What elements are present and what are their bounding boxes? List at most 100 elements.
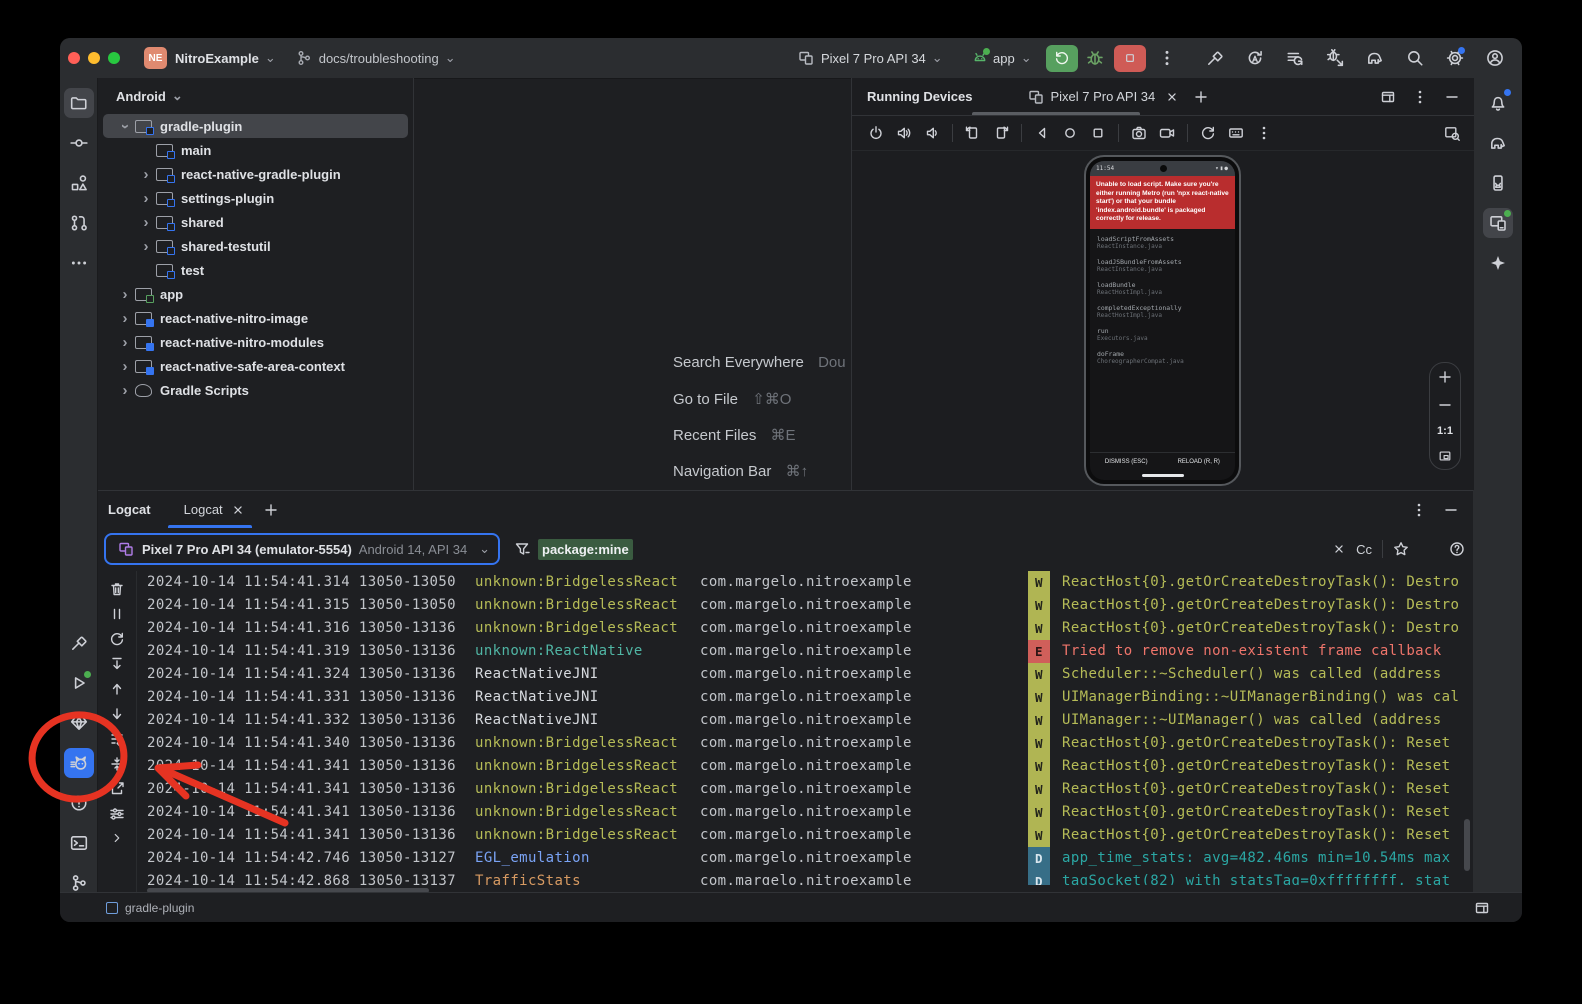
tree-chevron-icon[interactable] — [138, 215, 154, 230]
window-zoom-button[interactable] — [108, 52, 120, 64]
build-hammer-icon[interactable] — [1206, 49, 1224, 67]
logcat-settings-icon[interactable] — [109, 806, 125, 822]
project-view-selector[interactable]: Android — [116, 89, 166, 104]
screen-record-icon[interactable] — [1159, 125, 1175, 141]
structure-tool-icon[interactable] — [64, 168, 94, 198]
tree-item[interactable]: shared-testutil — [103, 234, 408, 258]
tree-chevron-icon[interactable] — [117, 335, 133, 350]
branch-name[interactable]: docs/troubleshooting — [319, 51, 439, 66]
search-icon[interactable] — [1406, 49, 1424, 67]
tree-item[interactable]: app — [103, 282, 408, 306]
log-row[interactable]: 2024-10-14 11:54:42.868 13050-13137 Traf… — [137, 870, 1473, 885]
vertical-scrollbar[interactable] — [1464, 819, 1470, 871]
terminal-tool-icon[interactable] — [64, 828, 94, 858]
app-quality-insights-icon[interactable] — [64, 708, 94, 738]
filter-funnel-icon[interactable] — [514, 541, 530, 557]
power-button-icon[interactable] — [868, 125, 884, 141]
project-name[interactable]: NitroExample — [175, 51, 259, 66]
logcat-filter-field[interactable]: package:mine Cc — [514, 535, 1473, 563]
tree-chevron-icon[interactable] — [117, 383, 133, 398]
rerun-button[interactable] — [1046, 45, 1078, 72]
tree-chevron-icon[interactable] — [117, 311, 133, 326]
tree-chevron-icon[interactable] — [117, 359, 133, 374]
sync-restart-icon[interactable] — [1286, 49, 1304, 67]
pull-requests-tool-icon[interactable] — [64, 208, 94, 238]
run-config-selector[interactable]: app ⌄ — [972, 50, 1038, 66]
previous-occurrence-icon[interactable] — [109, 681, 125, 697]
log-row[interactable]: 2024-10-14 11:54:41.315 13050-13050 unkn… — [137, 594, 1473, 617]
notifications-icon[interactable] — [1483, 88, 1513, 118]
settings-gear-icon[interactable] — [1446, 49, 1464, 67]
attach-debugger-icon[interactable] — [1326, 49, 1344, 67]
log-row[interactable]: 2024-10-14 11:54:41.341 13050-13136 unkn… — [137, 801, 1473, 824]
pause-logcat-icon[interactable] — [109, 606, 125, 622]
tree-item[interactable]: test — [103, 258, 408, 282]
screenshot-icon[interactable] — [1131, 125, 1147, 141]
help-icon[interactable] — [1449, 541, 1465, 557]
tree-item[interactable]: react-native-nitro-modules — [103, 330, 408, 354]
log-row[interactable]: 2024-10-14 11:54:41.341 13050-13136 unkn… — [137, 778, 1473, 801]
build-tool-icon[interactable] — [64, 628, 94, 658]
home-button-icon[interactable] — [1062, 125, 1078, 141]
rotate-right-icon[interactable] — [993, 125, 1009, 141]
status-notifications-icon[interactable] — [1474, 900, 1490, 916]
favorite-filter-icon[interactable] — [1393, 541, 1409, 557]
log-row[interactable]: 2024-10-14 11:54:41.331 13050-13136 Reac… — [137, 686, 1473, 709]
zoom-out-icon[interactable] — [1437, 397, 1453, 413]
log-row[interactable]: 2024-10-14 11:54:41.314 13050-13050 unkn… — [137, 571, 1473, 594]
log-row[interactable]: 2024-10-14 11:54:41.324 13050-13136 Reac… — [137, 663, 1473, 686]
tree-chevron-icon[interactable] — [138, 167, 154, 182]
tree-chevron-icon[interactable] — [138, 239, 154, 254]
tree-chevron-icon[interactable] — [138, 191, 154, 206]
apply-changes-icon[interactable] — [1246, 49, 1264, 67]
filter-query[interactable]: package:mine — [538, 539, 633, 560]
rotate-left-icon[interactable] — [965, 125, 981, 141]
project-tool-icon[interactable] — [64, 88, 94, 118]
redbox-dismiss-button[interactable]: DISMISS (ESC) — [1090, 453, 1163, 471]
zoom-window-icon[interactable] — [1444, 125, 1460, 141]
clear-filter-icon[interactable] — [1332, 542, 1346, 556]
zoom-fit-icon[interactable] — [1438, 449, 1452, 463]
emulator-device[interactable]: 11:54 ▾▮● Unable to load script. Make su… — [1084, 155, 1241, 486]
export-logs-icon[interactable] — [109, 781, 125, 797]
new-tab-icon[interactable] — [263, 502, 279, 518]
volume-up-icon[interactable] — [896, 125, 912, 141]
tree-chevron-icon[interactable] — [138, 143, 154, 158]
logcat-tool-icon[interactable] — [64, 748, 94, 778]
tree-chevron-icon[interactable] — [117, 119, 133, 134]
hide-panel-icon[interactable] — [1443, 502, 1459, 518]
run-tool-icon[interactable] — [64, 668, 94, 698]
match-case-toggle[interactable]: Cc — [1356, 542, 1372, 557]
gradle-sync-icon[interactable] — [1366, 49, 1384, 67]
log-row[interactable]: 2024-10-14 11:54:41.319 13050-13136 unkn… — [137, 640, 1473, 663]
device-tab[interactable]: Pixel 7 Pro API 34 — [1028, 78, 1209, 115]
running-devices-icon[interactable] — [1483, 208, 1513, 238]
tree-item[interactable]: main — [103, 138, 408, 162]
more-tools-icon[interactable] — [64, 248, 94, 278]
more-tools-chevron-icon[interactable] — [110, 831, 124, 845]
tree-chevron-icon[interactable] — [138, 263, 154, 278]
log-row[interactable]: 2024-10-14 11:54:42.746 13050-13127 EGL_… — [137, 847, 1473, 870]
collapse-all-icon[interactable] — [109, 756, 125, 772]
clear-logcat-icon[interactable] — [109, 581, 125, 597]
tree-item[interactable]: react-native-safe-area-context — [103, 354, 408, 378]
status-module-label[interactable]: gradle-plugin — [125, 901, 194, 915]
log-row[interactable]: 2024-10-14 11:54:41.316 13050-13136 unkn… — [137, 617, 1473, 640]
zoom-in-icon[interactable] — [1437, 369, 1453, 385]
problems-tool-icon[interactable] — [64, 788, 94, 818]
close-tab-icon[interactable] — [1165, 90, 1179, 104]
soft-wrap-icon[interactable] — [109, 731, 125, 747]
tree-item[interactable]: react-native-gradle-plugin — [103, 162, 408, 186]
logcat-output[interactable]: 2024-10-14 11:54:41.314 13050-13050 unkn… — [137, 571, 1473, 885]
more-options-icon[interactable] — [1256, 125, 1272, 141]
tree-item[interactable]: gradle-plugin — [103, 114, 408, 138]
log-row[interactable]: 2024-10-14 11:54:41.341 13050-13136 unkn… — [137, 824, 1473, 847]
redbox-reload-button[interactable]: RELOAD (R, R) — [1163, 453, 1236, 471]
close-tab-icon[interactable] — [231, 503, 245, 517]
display-mode-icon[interactable] — [1228, 125, 1244, 141]
next-occurrence-icon[interactable] — [109, 706, 125, 722]
restart-logcat-icon[interactable] — [109, 631, 125, 647]
log-row[interactable]: 2024-10-14 11:54:41.332 13050-13136 Reac… — [137, 709, 1473, 732]
tree-item[interactable]: shared — [103, 210, 408, 234]
tree-item[interactable]: react-native-nitro-image — [103, 306, 408, 330]
